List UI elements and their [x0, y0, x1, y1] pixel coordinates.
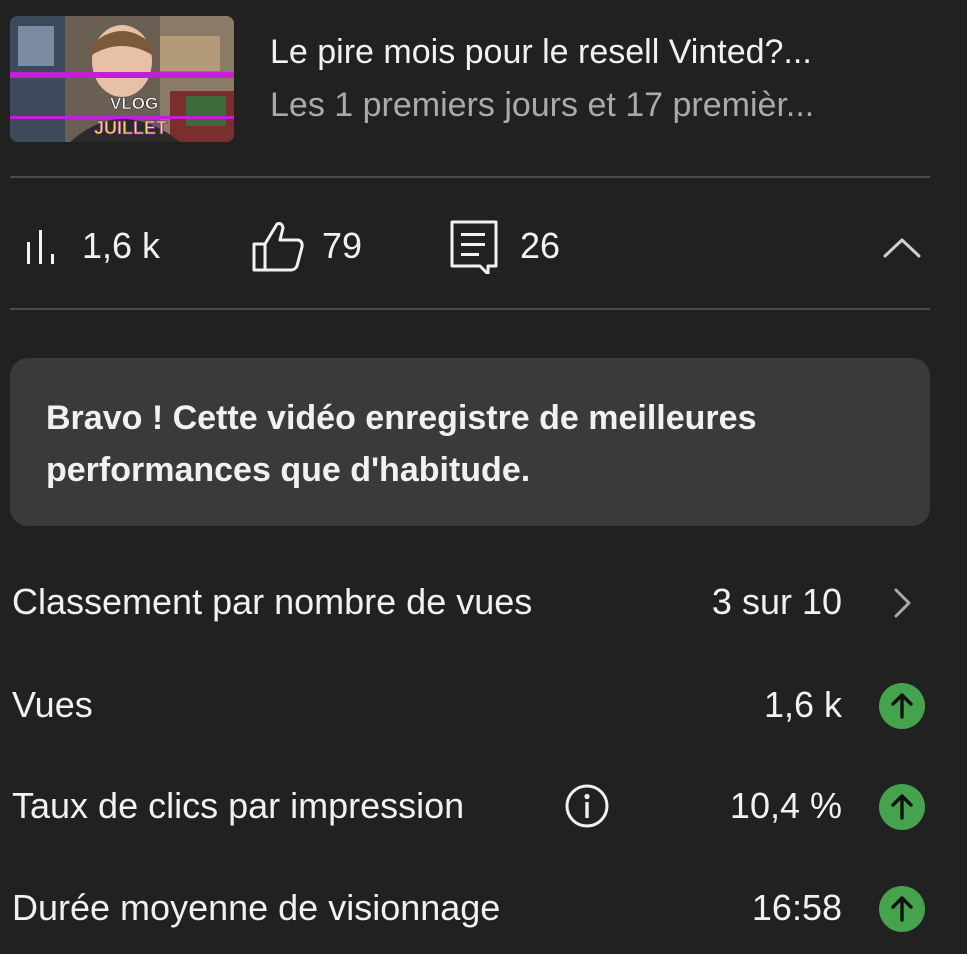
- chevron-up-icon: [883, 238, 921, 258]
- trend-up-badge: [879, 784, 925, 830]
- trend-badge: [878, 885, 926, 933]
- arrow-up-icon: [891, 693, 913, 719]
- thumbs-up-icon: [252, 222, 304, 272]
- trend-up-badge: [879, 886, 925, 932]
- stats-row: 1,6 k 79 26: [10, 196, 930, 296]
- video-thumbnail[interactable]: VLOG JUILLET: [10, 16, 234, 142]
- thumbnail-text-2: JUILLET: [94, 118, 167, 138]
- bar-chart-icon: [27, 230, 54, 264]
- trend-badge: [878, 783, 926, 831]
- divider-top: [10, 176, 930, 178]
- ranking-chevron[interactable]: [878, 579, 926, 627]
- info-button[interactable]: [564, 783, 610, 829]
- metric-label: Durée moyenne de visionnage: [12, 887, 501, 928]
- video-title[interactable]: Le pire mois pour le resell Vinted?...: [270, 32, 930, 72]
- video-subtitle: Les 1 premiers jours et 17 premièr...: [270, 86, 815, 124]
- metric-label: Vues: [12, 684, 93, 725]
- chevron-right-icon: [894, 588, 911, 618]
- metric-label: Classement par nombre de vues: [12, 581, 533, 622]
- trend-up-badge: [879, 683, 925, 729]
- metric-value: 10,4 %: [729, 785, 842, 826]
- comments-stat: 26: [448, 218, 560, 274]
- divider-bottom: [10, 308, 930, 310]
- arrow-up-icon: [891, 896, 913, 922]
- metric-value: 16:58: [751, 887, 842, 928]
- likes-stat: 79: [250, 218, 362, 274]
- thumbnail-image: VLOG JUILLET: [10, 16, 234, 142]
- info-icon: [565, 784, 609, 828]
- metric-row-ctr: Taux de clics par impression 10,4 %: [10, 771, 930, 841]
- metric-value: 1,6 k: [763, 684, 842, 725]
- comment-icon: [450, 220, 498, 274]
- arrow-up-icon: [891, 794, 913, 820]
- performance-banner: Bravo ! Cette vidéo enregistre de meille…: [10, 358, 930, 526]
- metric-label: Taux de clics par impression: [12, 785, 465, 826]
- metric-value: 3 sur 10: [711, 581, 842, 622]
- trend-badge: [878, 682, 926, 730]
- metric-row-ranking[interactable]: Classement par nombre de vues 3 sur 10: [10, 567, 930, 637]
- views-count: 1,6 k: [82, 225, 161, 266]
- comments-count: 26: [520, 225, 561, 266]
- metric-row-watch-time: Durée moyenne de visionnage 16:58: [10, 873, 930, 943]
- metric-row-views: Vues 1,6 k: [10, 670, 930, 740]
- video-header[interactable]: VLOG JUILLET Le pire mois pour le resell…: [10, 16, 930, 142]
- thumbnail-text-1: VLOG: [110, 94, 158, 113]
- collapse-button[interactable]: [880, 226, 924, 270]
- banner-text: Bravo ! Cette vidéo enregistre de meille…: [46, 399, 757, 489]
- views-stat: 1,6 k: [20, 218, 160, 274]
- likes-count: 79: [322, 225, 363, 266]
